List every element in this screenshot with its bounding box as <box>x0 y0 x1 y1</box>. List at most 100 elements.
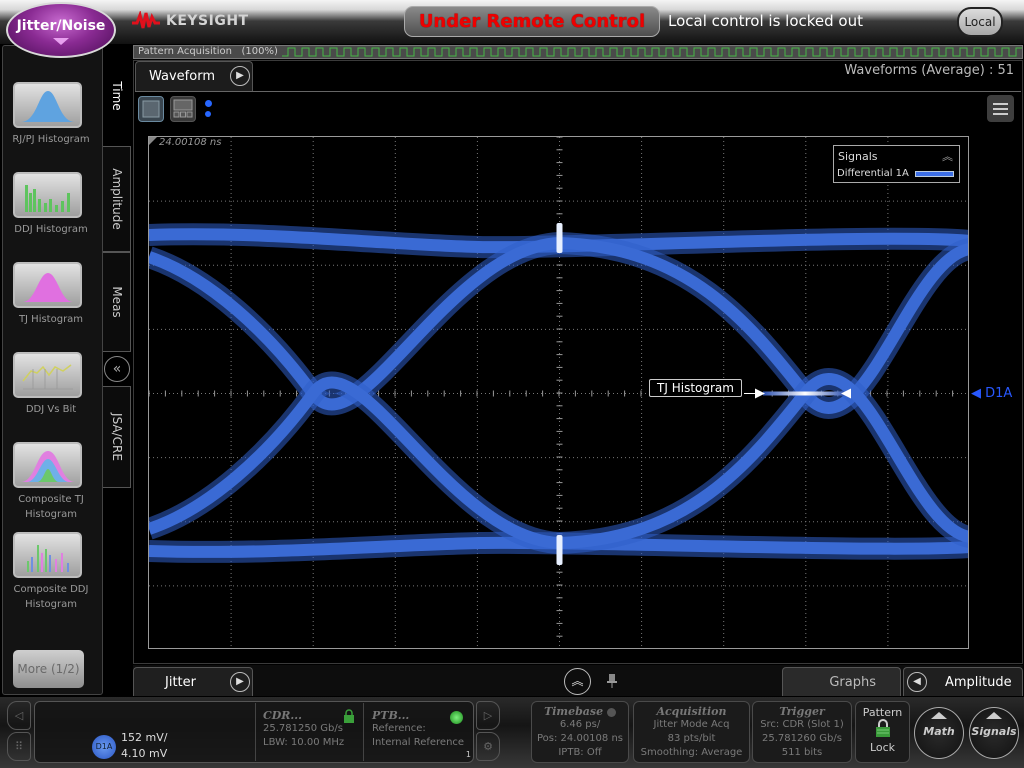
signals-legend[interactable]: Signals ︽ Differential 1A <box>833 145 960 183</box>
trigger-source: Src: CDR (Slot 1) <box>760 719 844 730</box>
left-triangle-icon: ◀ <box>971 386 981 401</box>
single-grid-icon <box>142 100 160 118</box>
waveform-tab[interactable]: Waveform ▶ <box>135 61 253 91</box>
tj-histogram-icon <box>23 273 73 302</box>
ddj-histogram-icon <box>25 185 70 212</box>
acquisition-points: 83 pts/bit <box>667 733 716 744</box>
ptb-reference-label: Reference: <box>372 723 426 734</box>
grid-view-button[interactable]: ⠿ <box>7 732 31 761</box>
composite-ddj-histogram-label: Composite DDJ Histogram <box>3 582 99 612</box>
signals-button[interactable]: Signals <box>969 707 1019 759</box>
graphs-tab-label: Graphs <box>829 675 876 690</box>
brand-logo: KEYSIGHT <box>132 11 249 31</box>
lock-message: Local control is locked out <box>668 12 863 30</box>
ptb-corner-count: 1 <box>465 750 471 759</box>
composite-ddj-histogram-icon <box>27 545 69 572</box>
channel-marker-label: D1A <box>985 386 1013 401</box>
tile-text: Composite DDJ Histogram <box>13 584 89 610</box>
amplitude-tab-label: Amplitude <box>945 675 1012 690</box>
legend-signal-name: Differential 1A <box>837 168 909 179</box>
double-chevron-left-icon: « <box>112 361 122 377</box>
acquisition-mode: Jitter Mode Acq <box>653 719 730 730</box>
multi-grid-icon <box>173 99 193 118</box>
trigger-bits: 511 bits <box>781 747 823 758</box>
channel-scale: 152 mV/ <box>121 731 168 744</box>
pin-icon[interactable] <box>606 673 618 689</box>
signals-label: Signals <box>971 725 1017 738</box>
play-icon[interactable]: ▶ <box>230 66 250 86</box>
tab-jsa-cre[interactable]: JSA/CRE <box>103 386 131 488</box>
pattern-state: Lock <box>869 741 896 754</box>
jitter-tab-label: Jitter <box>165 675 196 690</box>
timebase-title-text: Timebase <box>544 705 604 718</box>
tile-text: DDJ Histogram <box>14 224 88 235</box>
graphs-tab[interactable]: Graphs <box>782 667 901 696</box>
play-icon[interactable]: ▶ <box>230 672 250 692</box>
collapse-panel-button[interactable]: « <box>104 356 130 382</box>
pattern-waveform <box>282 47 1022 57</box>
scroll-left-button[interactable]: ◁ <box>7 701 31 730</box>
waveform-graticule[interactable] <box>148 136 969 649</box>
tj-histogram-label: TJ Histogram <box>3 312 99 327</box>
tile-text: RJ/PJ Histogram <box>12 134 90 145</box>
timebase-panel[interactable]: Timebase 6.46 ps/ Pos: 24.00108 ns IPTB:… <box>531 701 629 763</box>
dropdown-arrow-icon <box>53 38 69 45</box>
jitter-tab[interactable]: Jitter ▶ <box>133 667 253 696</box>
cdr-rate: 25.781250 Gb/s <box>263 723 343 734</box>
math-label: Math <box>923 725 955 738</box>
rj-pj-histogram-label: RJ/PJ Histogram <box>3 132 99 147</box>
ddj-histogram-tile[interactable] <box>13 172 82 218</box>
double-chevron-up-icon: ︽ <box>571 674 584 688</box>
tab-label: Time <box>109 81 124 111</box>
page-dot-active[interactable] <box>205 100 212 107</box>
tj-histogram-marker-label[interactable]: TJ Histogram <box>649 379 742 397</box>
settings-button[interactable]: ⚙ <box>476 732 500 761</box>
scroll-right-button[interactable]: ▷ <box>476 701 500 730</box>
page-dot[interactable] <box>205 111 211 117</box>
pattern-title: Pattern <box>862 706 903 719</box>
menu-button[interactable] <box>987 95 1014 122</box>
timebase-iptb: IPTB: Off <box>558 747 602 758</box>
left-arrow-icon: ◁ <box>14 709 24 722</box>
chevron-double-up-icon[interactable]: ︽ <box>942 148 953 164</box>
acquisition-panel[interactable]: Acquisition Jitter Mode Acq 83 pts/bit S… <box>633 701 750 763</box>
graph-palette: RJ/PJ Histogram DDJ Histogram TJ Histogr… <box>2 45 103 695</box>
trigger-rate: 25.781260 Gb/s <box>762 733 842 744</box>
tab-label: JSA/CRE <box>109 413 124 461</box>
pattern-acquisition-text: Pattern Acquisition (100%) <box>138 46 278 58</box>
ddj-vs-bit-icon <box>22 364 73 390</box>
channel-d1a-setup[interactable]: D1A 152 mV/ 4.10 mV <box>92 731 172 763</box>
pattern-lock-panel[interactable]: Pattern Lock <box>855 701 910 763</box>
ptb-panel[interactable]: PTB... Reference: Internal Reference 1 <box>363 703 473 761</box>
reverse-play-icon[interactable]: ◀ <box>907 672 927 692</box>
ddj-vs-bit-tile[interactable] <box>13 352 82 398</box>
tab-label: Amplitude <box>109 168 124 230</box>
trigger-panel[interactable]: Trigger Src: CDR (Slot 1) 25.781260 Gb/s… <box>752 701 852 763</box>
expand-up-button[interactable]: ︽ <box>564 668 591 695</box>
tile-text: Composite TJ Histogram <box>18 494 84 520</box>
mode-menu-button[interactable]: Jitter/Noise <box>6 2 116 58</box>
status-led-icon <box>450 711 463 724</box>
tile-text: TJ Histogram <box>18 314 84 325</box>
timebase-position: Pos: 24.00108 ns <box>537 733 623 744</box>
tab-amplitude[interactable]: Amplitude <box>103 146 131 252</box>
multi-grid-layout-button[interactable] <box>170 96 196 122</box>
channel-d1a-marker[interactable]: ◀ D1A <box>971 386 1012 401</box>
more-button[interactable]: More (1/2) <box>13 650 84 688</box>
composite-ddj-histogram-tile[interactable] <box>13 532 82 578</box>
mode-label: Jitter/Noise <box>16 18 106 34</box>
timebase-title: Timebase <box>532 705 628 718</box>
rj-pj-histogram-tile[interactable] <box>13 82 82 128</box>
tab-meas[interactable]: Meas <box>103 252 131 352</box>
amplitude-tab[interactable]: ◀ Amplitude <box>903 667 1023 696</box>
math-button[interactable]: Math <box>914 707 964 759</box>
channel-badge: D1A <box>92 735 116 759</box>
cdr-panel[interactable]: CDR... 25.781250 Gb/s LBW: 10.00 MHz <box>255 703 363 761</box>
legend-title: Signals <box>838 150 878 163</box>
single-grid-layout-button[interactable] <box>138 96 164 122</box>
composite-tj-histogram-tile[interactable] <box>13 442 82 488</box>
local-button[interactable]: Local <box>957 7 1003 37</box>
pattern-acquisition-bar: Pattern Acquisition (100%) <box>133 45 1023 59</box>
tab-time[interactable]: Time <box>103 46 131 146</box>
tj-histogram-tile[interactable] <box>13 262 82 308</box>
